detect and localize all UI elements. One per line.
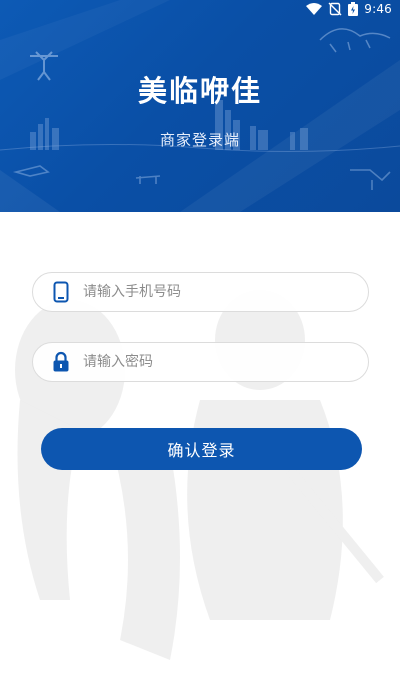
battery-charging-icon <box>348 2 359 16</box>
status-time: 9:46 <box>364 2 392 16</box>
app-subtitle: 商家登录端 <box>159 131 240 149</box>
status-bar: 9:46 <box>306 0 400 18</box>
header-banner: 9:46 美临咿佳 商家登录端 <box>0 0 400 212</box>
sim-off-icon <box>328 2 342 16</box>
login-button[interactable]: 确认登录 <box>41 428 362 470</box>
lock-icon <box>51 351 71 373</box>
password-input[interactable] <box>83 344 368 380</box>
password-field[interactable] <box>32 342 369 382</box>
phone-icon <box>51 281 71 303</box>
phone-field[interactable] <box>32 272 369 312</box>
app-title: 美临咿佳 <box>137 74 262 108</box>
wifi-icon <box>306 3 323 15</box>
phone-input[interactable] <box>83 274 368 310</box>
